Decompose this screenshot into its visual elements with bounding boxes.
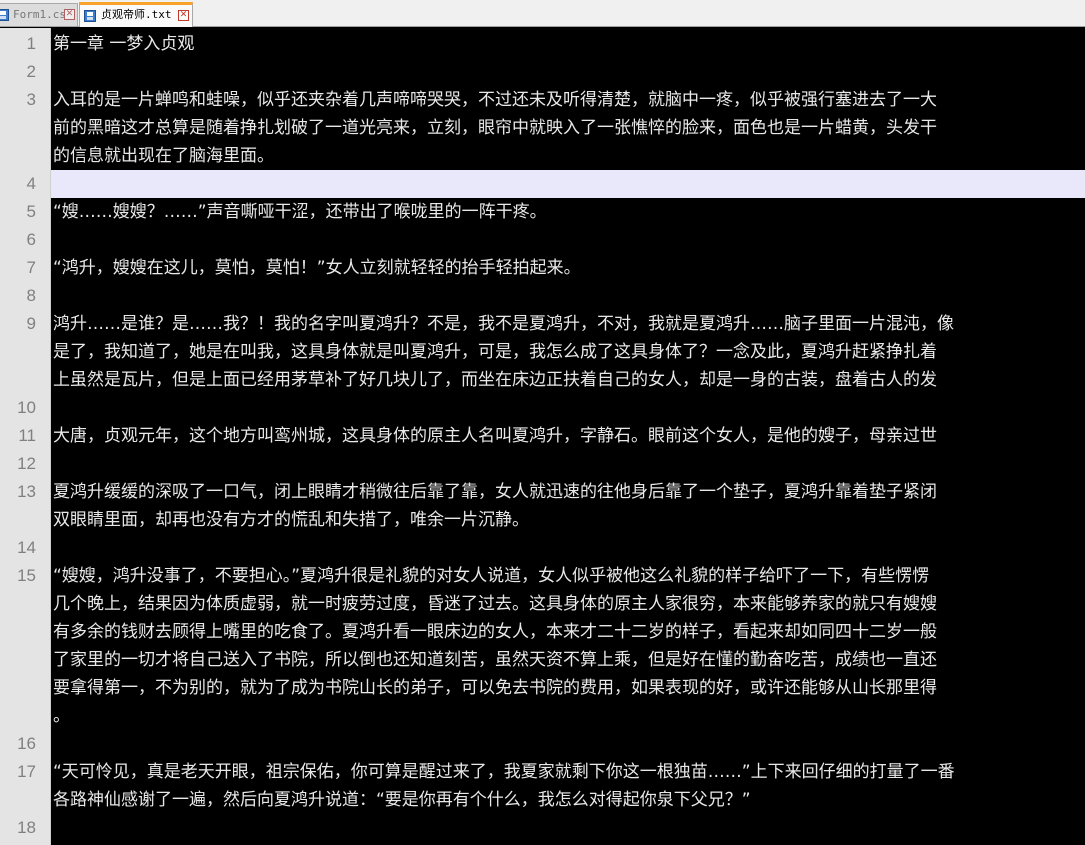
text-line: “嫂……嫂嫂？……”声音嘶哑干涩，还带出了喉咙里的一阵干疼。 [53, 202, 547, 222]
saved-file-icon [0, 9, 9, 21]
text-line: 的信息就出现在了脑海里面。 [53, 146, 274, 166]
saved-file-icon [84, 10, 96, 22]
text-line: “鸿升，嫂嫂在这儿，莫怕，莫怕！”女人立刻就轻轻的抬手轻拍起来。 [53, 258, 581, 278]
text-line: 上虽然是瓦片，但是上面已经用茅草补了好几块儿了，而坐在床边正扶着自己的女人，却是… [53, 370, 937, 390]
line-number: 13 [17, 482, 36, 501]
text-line: 有多余的钱财去顾得上嘴里的吃食了。夏鸿升看一眼床边的女人，本来才二十二岁的样子，… [53, 622, 937, 642]
text-line: 是了，我知道了，她是在叫我，这具身体就是叫夏鸿升，可是，我怎么成了这具身体了？一… [53, 342, 937, 362]
close-icon[interactable]: ✕ [178, 10, 189, 21]
line-number: 2 [26, 62, 36, 81]
line-number: 18 [17, 818, 36, 837]
text-line: 双眼睛里面，却再也没有方才的慌乱和失措了，唯余一片沉静。 [53, 510, 529, 530]
text-line: 要拿得第一，不为别的，就为了成为书院山长的弟子，可以免去书院的费用，如果表现的好… [53, 678, 937, 698]
line-number: 1 [26, 34, 36, 53]
text-line: “嫂嫂，鸿升没事了，不要担心。”夏鸿升很是礼貌的对女人说道，女人似乎被他这么礼貌… [53, 566, 930, 586]
text-line: 鸿升……是谁？是……我？！我的名字叫夏鸿升？不是，我不是夏鸿升，不对，我就是夏鸿… [53, 314, 954, 334]
line-number: 15 [17, 566, 36, 585]
line-number: 5 [26, 202, 36, 221]
text-line: 了家里的一切才将自己送入了书院，所以倒也还知道刻苦，虽然天资不算上乘，但是好在懂… [53, 650, 937, 670]
line-number: 6 [26, 230, 36, 249]
close-icon[interactable]: ✕ [64, 9, 75, 20]
line-number: 12 [17, 454, 36, 473]
tab-bar: Form1.cs ✕ 贞观帝师.txt ✕ [0, 0, 1085, 27]
line-number: 8 [26, 286, 36, 305]
text-line: 。 [53, 706, 70, 726]
tab-label: Form1.cs [13, 8, 66, 21]
line-number: 17 [17, 762, 36, 781]
line-number: 16 [17, 734, 36, 753]
line-number: 14 [17, 538, 36, 557]
text-line: 第一章 一梦入贞观 [53, 34, 195, 54]
text-line: 夏鸿升缓缓的深吸了一口气，闭上眼睛才稍微往后靠了靠，女人就迅速的往他身后靠了一个… [53, 482, 937, 502]
line-number: 7 [26, 258, 36, 277]
text-line: 前的黑暗这才总算是随着挣扎划破了一道光亮来，立刻，眼帘中就映入了一张憔悴的脸来，… [53, 118, 937, 138]
line-number: 11 [18, 426, 36, 445]
current-line-highlight [51, 170, 1085, 198]
line-number: 3 [26, 90, 36, 109]
line-number: 4 [26, 174, 36, 193]
text-line: “天可怜见，真是老天开眼，祖宗保佑，你可算是醒过来了，我夏家就剩下你这一根独苗…… [53, 762, 955, 782]
text-line: 入耳的是一片蝉鸣和蛙噪，似乎还夹杂着几声啼啼哭哭，不过还未及听得清楚，就脑中一疼… [53, 90, 937, 110]
tab-zhenguan-dishi-txt[interactable]: 贞观帝师.txt ✕ [79, 2, 193, 27]
tab-label: 贞观帝师.txt [101, 8, 172, 21]
text-line: 大唐，贞观元年，这个地方叫鸾州城，这具身体的原主人名叫夏鸿升，字静石。眼前这个女… [53, 426, 937, 446]
line-number: 9 [26, 314, 36, 333]
text-line: 各路神仙感谢了一遍，然后向夏鸿升说道：“要是你再有个什么，我怎么对得起你泉下父兄… [53, 790, 751, 810]
tab-form1-cs[interactable]: Form1.cs ✕ [0, 3, 78, 26]
line-number: 10 [17, 398, 36, 417]
line-number-gutter: 1 2 3 4 5 6 7 8 9 10 11 12 13 14 15 16 17 18 [0, 28, 51, 845]
text-line: 几个晚上，结果因为体质虚弱，就一时疲劳过度，昏迷了过去。这具身体的原主人家很穷，… [53, 594, 937, 614]
text-editor-area[interactable]: 第一章 一梦入贞观入耳的是一片蝉鸣和蛙噪，似乎还夹杂着几声啼啼哭哭，不过还未及听… [51, 28, 1085, 845]
